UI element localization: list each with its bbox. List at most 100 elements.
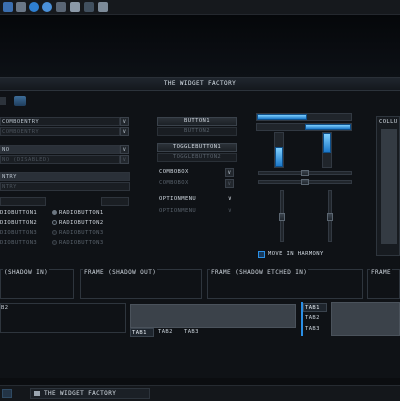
combobox-2: COMBOBOX [159,180,189,186]
combo-1[interactable]: NO [0,145,120,154]
vscale-2-knob[interactable] [327,213,333,221]
tab-bottom-1[interactable]: TAB1 [130,328,154,337]
hscale-2[interactable] [258,179,352,185]
radio-row-2: DIOBUTTON2 RADIOBUTTON2 [0,220,135,228]
radio-1-2[interactable]: RADIOBUTTON1 [52,210,104,216]
radio-3-1: DIOBUTTON3 [0,230,38,236]
show-desktop-icon[interactable] [2,389,12,398]
mail-icon[interactable] [70,2,80,12]
frame-shadow-in-label: (SHADOW IN) [3,269,50,276]
move-in-harmony-label: MOVE IN HARMONY [268,251,324,257]
side-tab-page [331,302,400,336]
radio-row-3: DIOBUTTON3 RADIOBUTTON3 [0,230,135,238]
move-in-harmony-checkbox[interactable] [258,251,265,258]
scrolled-list[interactable]: COLLU [376,116,400,256]
app-menu-icon[interactable] [3,2,13,12]
radio-2-1[interactable]: DIOBUTTON2 [0,220,37,226]
notebook-bottom-page [130,304,296,328]
spin-button-1[interactable] [0,197,46,206]
frame-shadow-etched-in-label: FRAME (SHADOW ETCHED IN) [210,269,309,276]
tab-side-1[interactable]: TAB1 [303,303,327,312]
radio-2-2[interactable]: RADIOBUTTON2 [52,220,104,226]
radio-disabled-icon [52,230,57,235]
option-menu-2-arrow-icon: ∨ [228,207,233,214]
bottom-taskbar: THE WIDGET FACTORY [0,385,400,401]
radio-4-1: DIOBUTTON3 [0,240,38,246]
radio-4-2: RADIOBUTTON3 [52,240,104,246]
radio-3-2: RADIOBUTTON3 [52,230,104,236]
combo-2-disabled: NO (DISABLED) [0,155,120,164]
hprogress-2-fill [305,124,351,130]
window-titlebar[interactable]: THE WIDGET FACTORY [0,78,400,91]
tab-bottom-2[interactable]: TAB2 [158,328,173,337]
globe-icon[interactable] [42,2,52,12]
widget-factory-window: THE WIDGET FACTORY COMBOENTRY ∨ COMBOENT… [0,77,400,378]
option-menu-2: OPTIONMENU [159,208,197,214]
tab-side-3[interactable]: TAB3 [305,325,320,334]
frame-shadow-etched-in: FRAME (SHADOW ETCHED IN) [207,269,363,299]
button-1[interactable]: BUTTON1 [157,117,237,126]
combo-1-arrow-icon[interactable]: ∨ [120,145,129,154]
spin-button-2[interactable] [101,197,129,206]
desktop-background [0,15,400,77]
frame-4-label: FRAME [370,269,393,276]
combo-entry-2[interactable]: COMBOENTRY [0,127,120,136]
radio-disabled-icon [52,240,57,245]
vprogress-1-fill [275,147,283,167]
combo-2-arrow-icon: ∨ [120,155,129,164]
radio-icon [52,220,57,225]
radio-row-4: DIOBUTTON3 RADIOBUTTON3 [0,240,135,248]
toolbar-button-icon[interactable] [14,96,26,106]
frame-shadow-out: FRAME (SHADOW OUT) [80,269,202,299]
hscale-2-knob[interactable] [301,179,309,185]
top-panel [0,0,400,15]
combo-entry-2-arrow-icon[interactable]: ∨ [120,127,129,136]
tab-side-2[interactable]: TAB2 [305,314,320,323]
combo-entry-1-arrow-icon[interactable]: ∨ [120,117,129,126]
toggle-button-1[interactable]: TOGGLEBUTTON1 [157,143,237,152]
hprogress-2 [256,123,352,131]
combobox-1-arrow-icon[interactable]: ∨ [225,168,234,177]
vprogress-2 [322,132,332,168]
hscale-1-knob[interactable] [301,170,309,176]
radio-1-1[interactable]: DIOBUTTON1 [0,210,37,216]
launcher-icon[interactable] [16,2,26,12]
browser-icon[interactable] [29,2,39,12]
tab-left-b2[interactable]: B2 [1,304,8,313]
radio-row-1: DIOBUTTON1 RADIOBUTTON1 [0,210,135,218]
toggle-button-2: TOGGLEBUTTON2 [157,153,237,162]
vscale-1[interactable] [279,190,285,242]
tab-bottom-3[interactable]: TAB3 [184,328,199,337]
notebook-bottom-tabs: TAB1 TAB2 TAB3 [130,328,220,338]
taskbar-window-title: THE WIDGET FACTORY [44,390,117,397]
window-icon [34,391,40,396]
frame-4: FRAME [367,269,400,299]
combobox-2-arrow-icon: ∨ [225,179,234,188]
taskbar-window-button[interactable]: THE WIDGET FACTORY [30,388,150,399]
option-menu-1[interactable]: OPTIONMENU [159,196,196,202]
combobox-1[interactable]: COMBOBOX [159,169,189,175]
vscale-2[interactable] [327,190,333,242]
notebook-left: B2 [0,303,126,333]
vprogress-1 [274,132,284,168]
hscale-1[interactable] [258,170,352,176]
vscale-1-knob[interactable] [279,213,285,221]
vprogress-2-fill [323,133,331,153]
option-menu-1-arrow-icon[interactable]: ∨ [228,195,232,202]
scrolled-list-body [381,129,397,244]
hprogress-1-fill [257,114,307,120]
text-entry-1[interactable]: NTRY [0,172,130,181]
toolbar-handle[interactable] [0,97,6,105]
button-2: BUTTON2 [157,127,237,136]
radio-selected-icon [52,210,57,215]
frame-shadow-out-label: FRAME (SHADOW OUT) [83,269,158,276]
folder-icon[interactable] [84,2,94,12]
monitor-icon[interactable] [56,2,66,12]
frame-shadow-in: (SHADOW IN) [0,269,74,299]
text-entry-2[interactable]: NTRY [0,182,130,191]
window-title: THE WIDGET FACTORY [163,80,237,87]
combo-entry-1[interactable]: COMBOENTRY [0,117,120,126]
image-icon[interactable] [98,2,108,12]
notebook-side: TAB1 TAB2 TAB3 [301,302,400,336]
list-column-header[interactable]: COLLU [379,119,398,125]
